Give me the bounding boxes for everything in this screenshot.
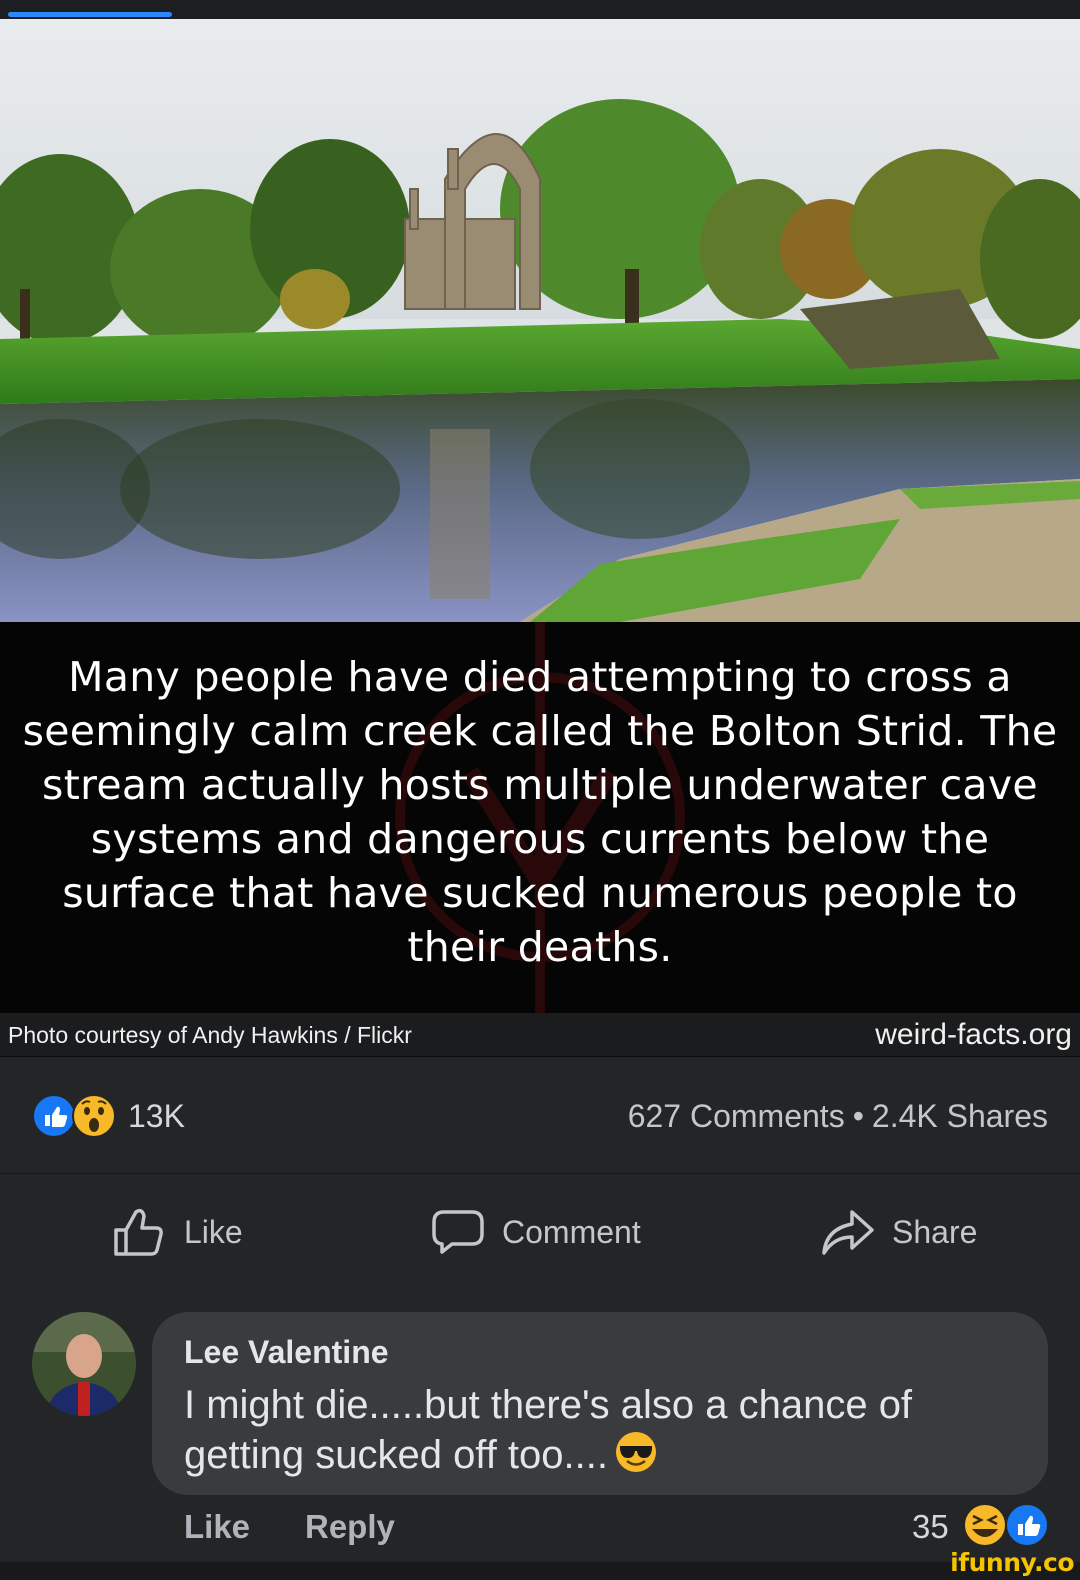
comment-label: Comment bbox=[502, 1213, 641, 1250]
ifunny-watermark: ifunny.co bbox=[950, 1548, 1074, 1577]
shares-count[interactable]: 2.4K Shares bbox=[872, 1098, 1048, 1134]
comment-like-button[interactable]: Like bbox=[184, 1508, 250, 1546]
reaction-icons bbox=[32, 1094, 116, 1138]
post-stats[interactable]: 627 Comments • 2.4K Shares bbox=[628, 1098, 1048, 1135]
comment-bubble: Lee Valentine I might die.....but there'… bbox=[152, 1312, 1048, 1495]
thumbs-up-icon bbox=[114, 1208, 163, 1256]
comment-text-wrap: I might die.....but there's also a chanc… bbox=[184, 1380, 1024, 1480]
comment-reply-button[interactable]: Reply bbox=[305, 1508, 395, 1546]
landscape-illustration bbox=[0, 19, 1080, 622]
share-button[interactable]: Share bbox=[820, 1204, 977, 1260]
post-photo[interactable] bbox=[0, 19, 1080, 622]
share-label: Share bbox=[892, 1213, 978, 1250]
stats-separator: • bbox=[852, 1098, 864, 1134]
comment-item: Lee Valentine I might die.....but there'… bbox=[0, 1290, 1080, 1562]
progress-indicator bbox=[8, 12, 172, 17]
comment-button[interactable]: Comment bbox=[430, 1204, 641, 1260]
comment-author[interactable]: Lee Valentine bbox=[184, 1334, 389, 1371]
share-arrow-icon bbox=[822, 1210, 874, 1255]
wow-icon bbox=[72, 1094, 116, 1138]
like-label: Like bbox=[184, 1213, 243, 1250]
comment-reaction-count[interactable]: 35 bbox=[912, 1508, 949, 1546]
like-icon bbox=[1005, 1503, 1049, 1547]
footer-strip bbox=[0, 1562, 1080, 1580]
like-icon bbox=[32, 1094, 76, 1138]
comment-text: I might die.....but there's also a chanc… bbox=[184, 1383, 913, 1477]
sunglasses-face-icon bbox=[615, 1432, 656, 1472]
user-avatar-icon bbox=[32, 1312, 136, 1416]
source-site: weird-facts.org bbox=[875, 1018, 1072, 1051]
photo-credit: Photo courtesy of Andy Hawkins / Flickr bbox=[8, 1022, 412, 1048]
action-bar: Like Comment Share bbox=[0, 1174, 1080, 1290]
image-caption-panel: Many people have died attempting to cros… bbox=[0, 622, 1080, 1013]
reaction-count: 13K bbox=[128, 1098, 185, 1134]
haha-icon bbox=[963, 1503, 1007, 1547]
top-bar bbox=[0, 0, 1080, 19]
speech-bubble-icon bbox=[432, 1210, 484, 1254]
comments-count[interactable]: 627 Comments bbox=[628, 1098, 845, 1134]
like-button[interactable]: Like bbox=[112, 1204, 243, 1260]
reactions-summary[interactable]: 13K 627 Comments • 2.4K Shares bbox=[0, 1057, 1080, 1173]
comment-reaction-icons[interactable] bbox=[963, 1502, 1051, 1548]
avatar[interactable] bbox=[32, 1312, 136, 1416]
caption-text: Many people have died attempting to cros… bbox=[22, 653, 1058, 971]
photo-credit-bar: Photo courtesy of Andy Hawkins / Flickr … bbox=[0, 1013, 1080, 1057]
